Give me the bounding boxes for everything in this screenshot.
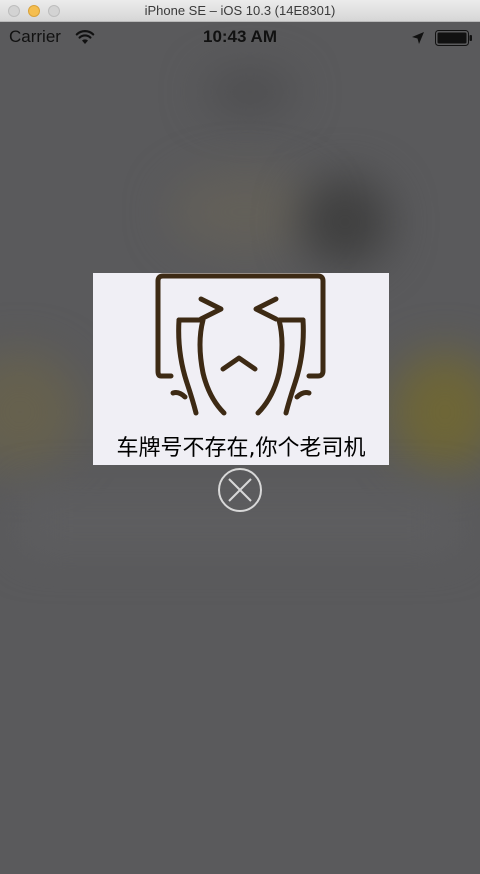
close-circle-icon [218,468,262,512]
window-title: iPhone SE – iOS 10.3 (14E8301) [144,3,336,18]
status-bar: Carrier 10:43 AM [0,22,480,56]
status-time: 10:43 AM [202,27,277,46]
device-screen: Carrier 10:43 AM 车牌号不存在,你个老司机 [0,22,480,874]
blurred-background [300,177,390,267]
blurred-background [390,352,480,472]
popup-message: 车牌号不存在,你个老司机 [116,436,366,461]
blurred-background [0,352,80,472]
close-button[interactable] [217,467,263,513]
simulator-window: iPhone SE – iOS 10.3 (14E8301) Carrier 1… [0,0,480,874]
location-icon [411,31,425,50]
simulator-title-bar: iPhone SE – iOS 10.3 (14E8301) [0,0,480,22]
blurred-background [205,72,295,112]
battery-icon [435,30,473,51]
crying-face-icon [151,273,331,428]
blurred-background [170,172,320,252]
alert-popup: 车牌号不存在,你个老司机 [93,273,389,465]
